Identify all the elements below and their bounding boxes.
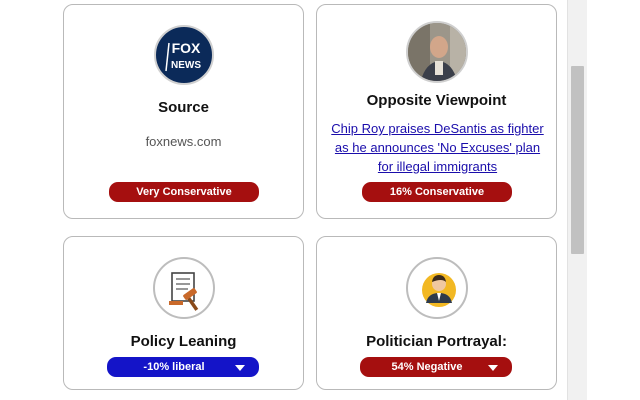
politician-portrayal-card: Politician Portrayal: 54% Negative <box>316 236 557 390</box>
politician-portrayal-value: 54% Negative <box>391 361 463 373</box>
opposite-article-link[interactable]: Chip Roy praises DeSantis as fighter as … <box>331 121 543 174</box>
svg-text:FOX: FOX <box>172 40 201 56</box>
gavel-document-icon <box>153 257 215 319</box>
fox-news-logo-icon: FOX NEWS <box>154 25 214 85</box>
opposite-article-link-wrap: Chip Roy praises DeSantis as fighter as … <box>331 119 544 176</box>
opposite-bias-badge: 16% Conservative <box>362 182 512 202</box>
chevron-down-icon <box>488 365 498 371</box>
policy-leaning-card: Policy Leaning -10% liberal <box>63 236 304 390</box>
policy-leaning-title: Policy Leaning <box>130 333 237 350</box>
opposite-viewpoint-card: Opposite Viewpoint Chip Roy praises DeSa… <box>316 4 557 219</box>
opposite-viewpoint-title: Opposite Viewpoint <box>366 92 507 109</box>
source-domain: foxnews.com <box>145 134 222 149</box>
extension-panel: FOX NEWS Source foxnews.com Very Conserv… <box>48 0 568 400</box>
source-title: Source <box>158 99 209 116</box>
politician-icon <box>406 257 468 319</box>
policy-leaning-value: -10% liberal <box>143 361 205 373</box>
person-photo-icon <box>406 21 468 83</box>
source-bias-badge: Very Conservative <box>109 182 259 202</box>
scrollbar-thumb[interactable] <box>571 66 584 254</box>
politician-portrayal-dropdown[interactable]: 54% Negative <box>360 357 512 377</box>
svg-text:NEWS: NEWS <box>171 60 201 71</box>
politician-portrayal-title: Politician Portrayal: <box>366 333 507 350</box>
chevron-down-icon <box>235 365 245 371</box>
source-card: FOX NEWS Source foxnews.com Very Conserv… <box>63 4 304 219</box>
policy-leaning-dropdown[interactable]: -10% liberal <box>107 357 259 377</box>
